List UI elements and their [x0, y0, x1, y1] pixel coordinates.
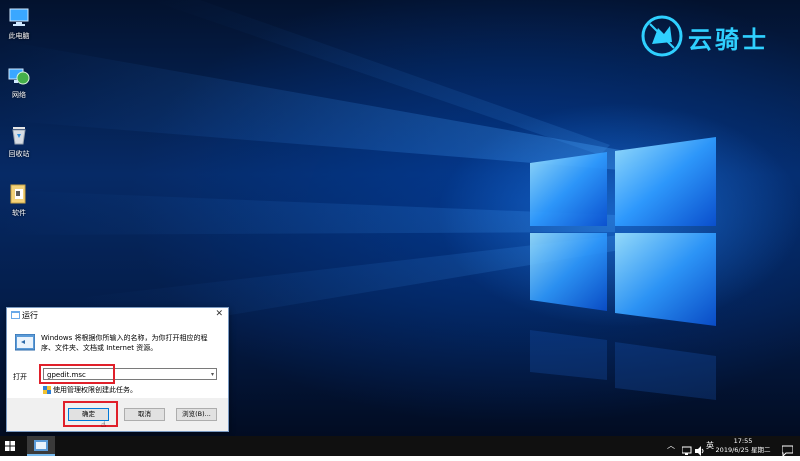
desktop-icon-network[interactable]: 网络	[2, 65, 36, 100]
desktop-icon-label: 软件	[12, 209, 26, 217]
volume-icon[interactable]	[695, 441, 705, 461]
desktop-icon-label: 回收站	[8, 150, 30, 158]
desktop-icon-recycle-bin[interactable]: 回收站	[2, 124, 36, 159]
run-program-icon	[15, 334, 35, 351]
ok-highlight-box	[63, 401, 118, 427]
input-highlight-box	[39, 364, 115, 384]
recycle-bin-icon	[12, 127, 26, 145]
brand-logo: 云骑士	[640, 14, 790, 58]
desktop-icon-this-pc[interactable]: 此电脑	[2, 6, 36, 41]
chevron-up-icon[interactable]: ︿	[667, 436, 675, 456]
desktop-icon-label: 此电脑	[8, 32, 30, 40]
taskbar-run-app[interactable]	[27, 436, 55, 456]
network-icon	[8, 68, 30, 85]
knight-logo-icon	[641, 15, 683, 57]
clock[interactable]: 17:55 2019/6/25 星期二	[712, 437, 774, 455]
desktop-icon-software[interactable]: 软件	[2, 183, 36, 218]
shield-icon	[43, 386, 51, 394]
chevron-down-icon[interactable]: ▾	[211, 369, 214, 381]
run-dialog: 运行 ✕ Windows 将根据你所输入的名称，为你打开相应的程序、文件夹、文档…	[6, 307, 229, 432]
run-app-icon	[34, 440, 48, 451]
windows-start-icon[interactable]	[5, 441, 15, 451]
clock-time: 17:55	[733, 437, 753, 445]
mouse-cursor-icon: ☝	[101, 420, 106, 429]
admin-note-text: 使用管理权限创建此任务。	[53, 386, 137, 394]
run-icon	[11, 311, 20, 319]
cancel-button[interactable]: 取消	[124, 408, 165, 421]
run-dialog-title: 运行	[22, 311, 38, 320]
taskbar: ︿ 英 17:55 2019/6/25 星期二	[0, 436, 800, 458]
desktop-icon-label: 网络	[12, 91, 26, 99]
browse-button[interactable]: 浏览(B)...	[176, 408, 217, 421]
desktop: 此电脑 网络 回收站 软件 云骑士 运行 ✕ Windows 将根据你所输入的名…	[0, 0, 800, 436]
clock-date: 2019/6/25 星期二	[715, 446, 771, 454]
computer-icon	[9, 8, 29, 26]
run-dialog-titlebar[interactable]: 运行 ✕	[7, 308, 228, 322]
run-dialog-body: Windows 将根据你所输入的名称，为你打开相应的程序、文件夹、文档或 Int…	[7, 322, 228, 398]
run-description: Windows 将根据你所输入的名称，为你打开相应的程序、文件夹、文档或 Int…	[41, 334, 208, 352]
admin-note: 使用管理权限创建此任务。	[43, 385, 137, 395]
network-tray-icon[interactable]	[682, 441, 694, 461]
folder-icon	[10, 184, 26, 204]
logo-text: 云骑士	[688, 26, 769, 54]
notification-icon[interactable]	[782, 441, 793, 461]
open-label: 打开	[13, 373, 27, 381]
close-icon[interactable]: ✕	[215, 309, 223, 319]
